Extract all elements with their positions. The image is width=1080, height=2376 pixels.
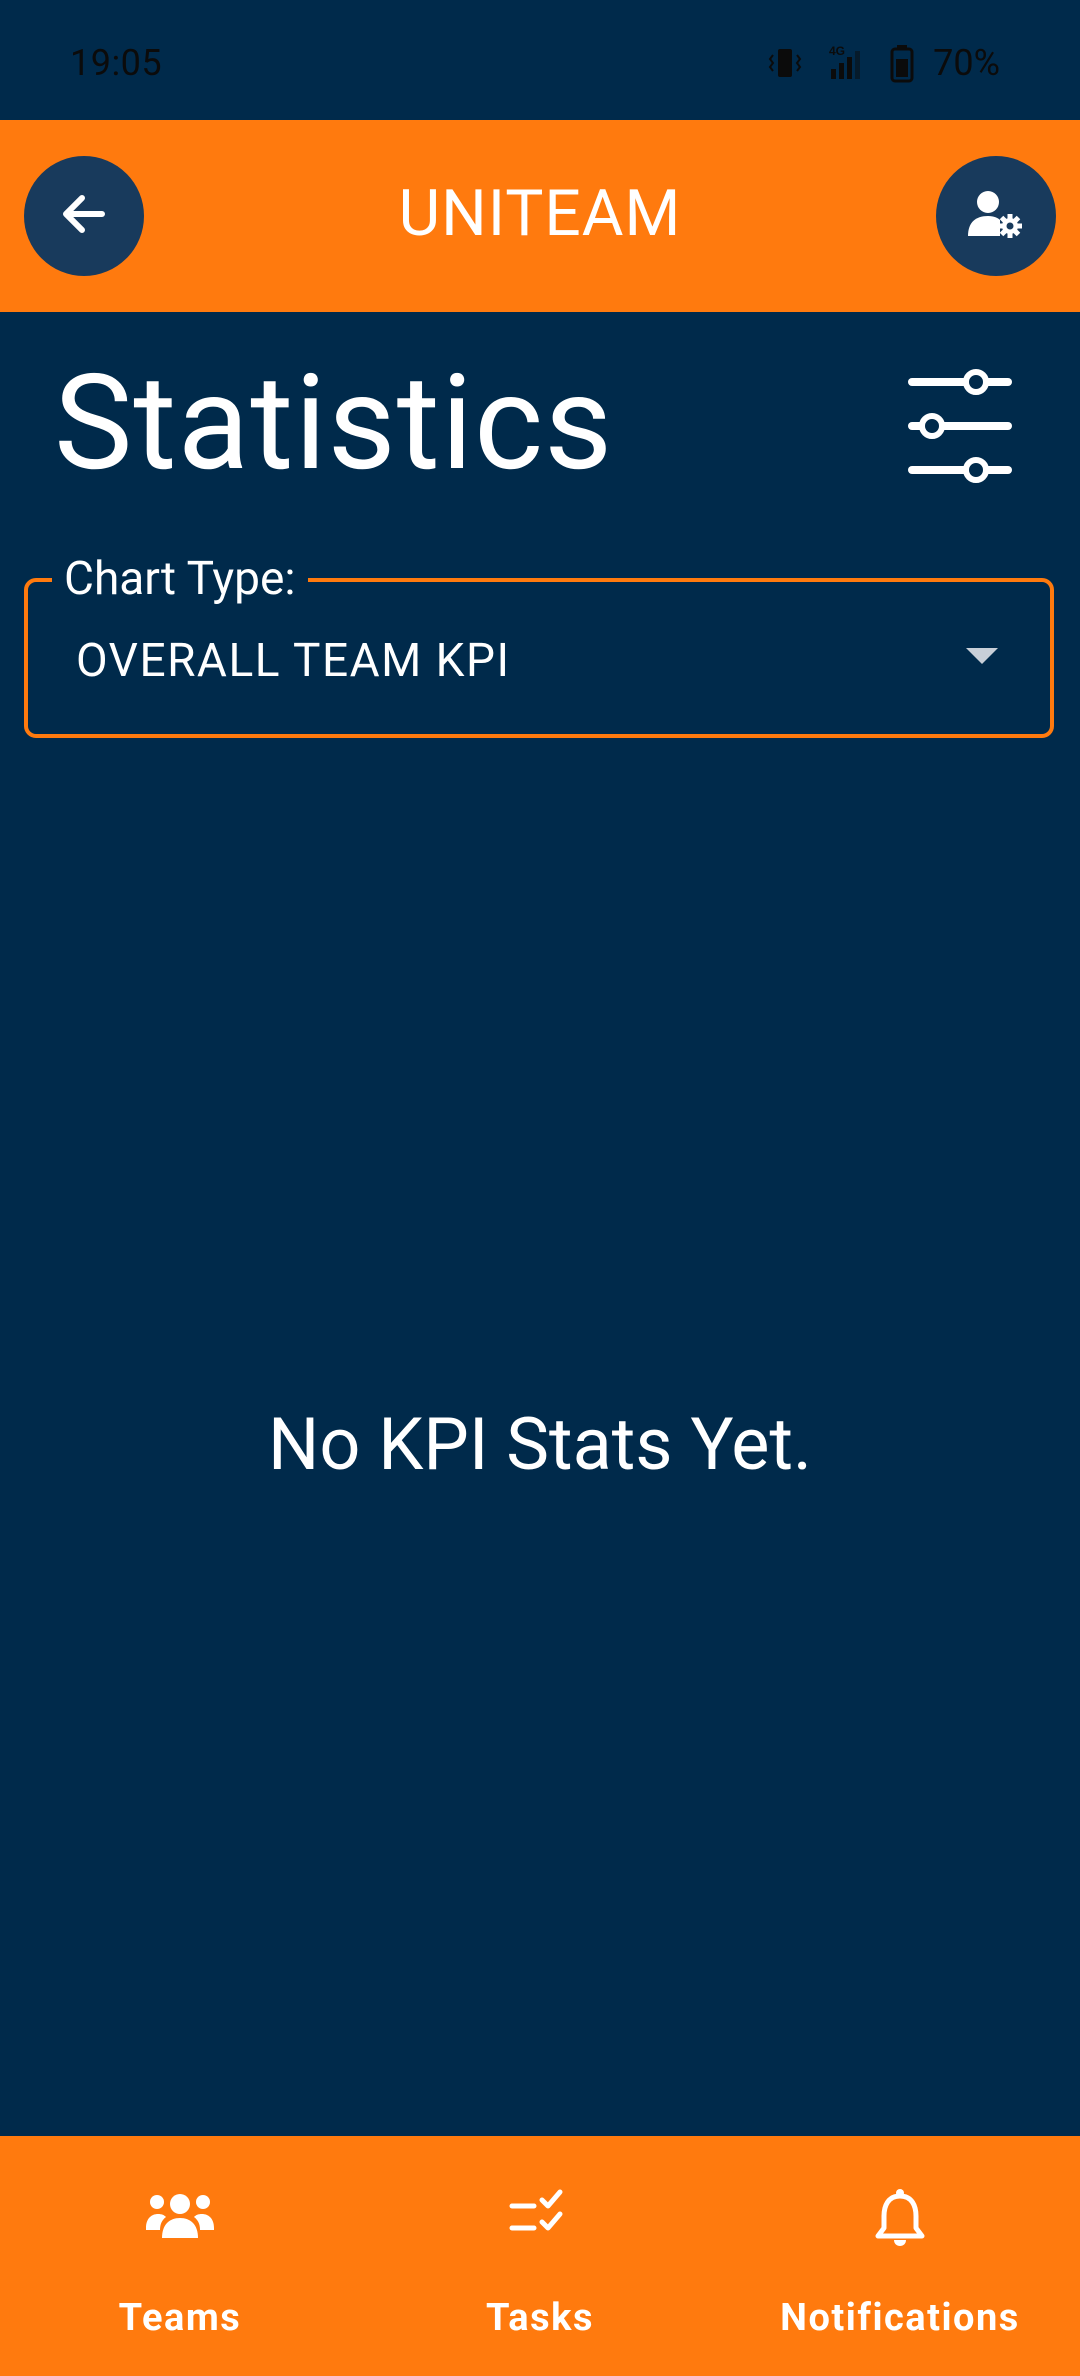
bottom-nav: Teams Tasks Notifications (0, 2136, 1080, 2376)
dropdown-arrow-icon (966, 648, 998, 664)
status-icons: 4G 70% (765, 42, 1000, 84)
nav-label-teams: Teams (118, 2296, 242, 2340)
page-title: Statistics (54, 347, 614, 501)
chart-type-select[interactable]: Chart Type: OVERALL TEAM KPI (24, 550, 1054, 738)
nav-label-tasks: Tasks (486, 2296, 594, 2340)
filter-button[interactable] (900, 360, 1020, 490)
teams-icon (144, 2188, 216, 2248)
sliders-icon (900, 369, 1020, 494)
app-bar: UNITEAM (0, 120, 1080, 312)
chart-type-label: Chart Type: (52, 550, 308, 608)
signal-4g-icon: 4G (823, 43, 871, 83)
status-bar: 19:05 4G 70% (0, 0, 1080, 120)
svg-text:4G: 4G (829, 44, 845, 58)
bell-icon (872, 2188, 928, 2252)
nav-item-tasks[interactable]: Tasks (360, 2136, 720, 2376)
battery-icon (889, 43, 915, 83)
battery-percent: 70% (933, 42, 1000, 84)
empty-state-message: No KPI Stats Yet. (267, 1402, 813, 1487)
tasks-icon (508, 2188, 572, 2248)
profile-settings-button[interactable] (936, 156, 1056, 276)
nav-item-notifications[interactable]: Notifications (720, 2136, 1080, 2376)
chart-type-value: OVERALL TEAM KPI (76, 634, 511, 688)
app-title: UNITEAM (398, 176, 682, 251)
user-gear-icon (964, 186, 1028, 246)
nav-item-teams[interactable]: Teams (0, 2136, 360, 2376)
nav-label-notifications: Notifications (780, 2296, 1020, 2340)
status-time: 19:05 (70, 42, 163, 84)
vibrate-icon (765, 43, 805, 83)
